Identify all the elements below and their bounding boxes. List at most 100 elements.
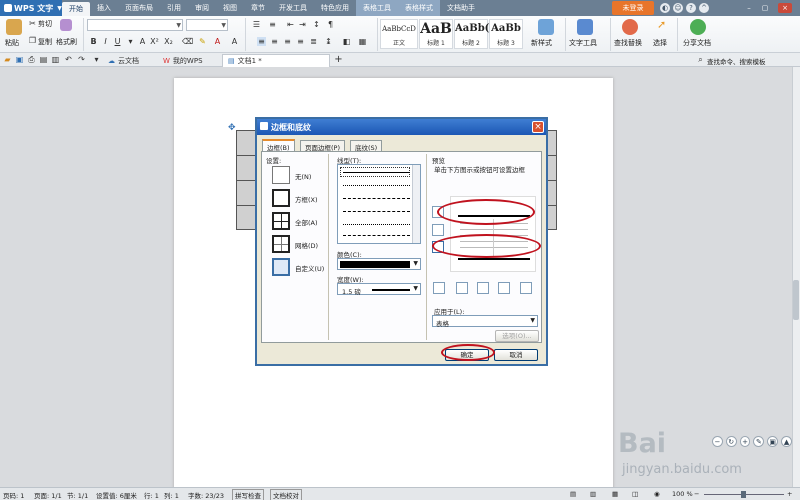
web-view-icon[interactable]: ▥ — [590, 490, 596, 498]
tab-table-styles[interactable]: 表格样式 — [398, 0, 440, 16]
font-color-icon[interactable]: A — [213, 37, 222, 46]
line-spacing-icon[interactable]: ↨ — [324, 37, 333, 46]
tab-shading[interactable]: 底纹(S) — [350, 140, 383, 152]
zoom-slider-thumb[interactable] — [741, 491, 746, 498]
setting-all-label[interactable]: 全部(A) — [295, 217, 318, 227]
text-tools-icon[interactable] — [577, 19, 593, 35]
view-mode-icon[interactable]: ▤ — [570, 490, 576, 498]
style-heading-1[interactable]: AaB 标题 1 — [419, 19, 453, 49]
qbar-dropdown-icon[interactable]: ▾ — [92, 55, 101, 64]
print-icon[interactable]: ⎙ — [27, 55, 36, 64]
distributed-icon[interactable]: ≣ — [309, 37, 318, 46]
clear-format-icon[interactable]: ⌫ — [182, 37, 193, 46]
feedback-icon[interactable]: ☺ — [673, 3, 683, 13]
style-heading-2[interactable]: AaBb( 标题 2 — [454, 19, 489, 49]
tab-my-wps[interactable]: W 我的WPS — [158, 54, 208, 67]
superscript-icon[interactable]: X² — [150, 37, 159, 46]
diagonal-down-button[interactable] — [433, 282, 445, 294]
format-painter-label[interactable]: 格式刷 — [56, 37, 77, 47]
diagonal-up-button[interactable] — [520, 282, 532, 294]
border-center-button[interactable] — [477, 282, 489, 294]
border-right-button[interactable] — [498, 282, 510, 294]
tab-references[interactable]: 引用 — [160, 0, 188, 16]
style-normal[interactable]: AaBbCcD 正文 — [380, 19, 418, 49]
cut-icon[interactable]: ✂ — [28, 19, 37, 28]
preview-area[interactable] — [450, 196, 536, 272]
find-replace-icon[interactable] — [622, 19, 638, 35]
tab-doc-assistant[interactable]: 文档助手 — [440, 0, 482, 16]
copy-label[interactable]: 复制 — [38, 37, 52, 47]
setting-box-label[interactable]: 方框(X) — [295, 194, 318, 204]
export-icon[interactable]: ▥ — [51, 55, 60, 64]
width-select[interactable]: 1.5 磅 ▼ — [337, 283, 421, 296]
zoom-in-icon[interactable]: + — [739, 435, 751, 447]
line-list-scrollbar[interactable] — [412, 165, 420, 243]
highlight-icon[interactable]: ✎ — [198, 37, 207, 46]
setting-grid-icon[interactable] — [272, 235, 290, 253]
ok-button[interactable]: 确定 — [445, 349, 489, 361]
table-move-handle-icon[interactable]: ✥ — [228, 123, 236, 133]
undo-icon[interactable]: ↶ — [64, 55, 73, 64]
setting-none-label[interactable]: 无(N) — [295, 171, 311, 181]
justify-icon[interactable]: ≡ — [296, 37, 305, 46]
setting-none-icon[interactable] — [272, 166, 290, 184]
borders-icon[interactable]: ▦ — [358, 37, 367, 46]
italic-icon[interactable]: I — [101, 37, 110, 46]
align-left-icon[interactable]: ≡ — [257, 37, 266, 46]
numbering-icon[interactable]: ≡ — [268, 20, 277, 29]
bullets-icon[interactable]: ☰ — [252, 20, 261, 29]
style-heading-3[interactable]: AaBb 标题 3 — [489, 19, 523, 49]
tab-page-layout[interactable]: 页面布局 — [118, 0, 160, 16]
help-icon[interactable]: ? — [686, 3, 696, 13]
doc-proof-toggle[interactable]: 文档校对 — [270, 489, 302, 500]
share-icon[interactable] — [690, 19, 706, 35]
share-doc-label[interactable]: 分享文档 — [683, 38, 711, 48]
decrease-indent-icon[interactable]: ⇤ — [286, 20, 295, 29]
search-icon[interactable]: ⌕ — [696, 55, 705, 64]
scrollbar-thumb[interactable] — [793, 280, 799, 320]
options-button[interactable]: 选项(O)... — [495, 330, 539, 342]
char-border-icon[interactable]: A — [230, 37, 239, 46]
tab-document1[interactable]: ▤ 文档1 * — [222, 54, 330, 67]
apply-to-select[interactable]: 表格 ▼ — [432, 315, 538, 328]
cut-label[interactable]: 剪切 — [38, 19, 52, 29]
new-tab-icon[interactable]: + — [334, 55, 343, 65]
save-icon[interactable]: ▣ — [15, 55, 24, 64]
copy-icon[interactable]: ❐ — [28, 36, 37, 45]
command-search[interactable]: 查找命令、搜索模板 — [707, 56, 766, 66]
text-tools-label[interactable]: 文字工具 — [569, 38, 597, 48]
tab-view[interactable]: 视图 — [216, 0, 244, 16]
spell-check-toggle[interactable]: 拼写检查 — [232, 489, 264, 500]
select-label[interactable]: 选择 — [653, 38, 667, 48]
status-word-count[interactable]: 字数: 23/23 — [188, 490, 224, 500]
zoom-out-icon[interactable]: − — [712, 435, 723, 447]
underline-icon[interactable]: U — [113, 37, 122, 46]
tab-table-tools[interactable]: 表格工具 — [356, 0, 398, 16]
ribbon-toggle-icon[interactable]: ^ — [699, 3, 709, 13]
setting-box-icon[interactable] — [272, 189, 290, 207]
minimize-icon[interactable]: – — [744, 3, 754, 13]
font-name-combo[interactable]: ▼ — [87, 19, 183, 31]
read-view-icon[interactable]: ◫ — [632, 490, 638, 498]
font-size-combo[interactable]: ▼ — [186, 19, 228, 31]
show-marks-icon[interactable]: ¶ — [326, 20, 335, 29]
border-top-button[interactable] — [432, 206, 444, 218]
shading-icon[interactable]: ◧ — [342, 37, 351, 46]
refresh-icon[interactable]: ↻ — [725, 435, 737, 447]
border-middle-button[interactable] — [432, 224, 444, 236]
close-window-icon[interactable]: × — [778, 3, 792, 13]
eye-icon[interactable]: ◉ — [654, 490, 660, 498]
preview-icon[interactable]: ▤ — [39, 55, 48, 64]
align-right-icon[interactable]: ≡ — [283, 37, 292, 46]
login-button[interactable]: 未登录 — [612, 1, 654, 15]
zoom-minus-icon[interactable]: − — [694, 490, 699, 498]
tab-page-borders[interactable]: 页面边框(P) — [300, 140, 345, 152]
sort-icon[interactable]: ↕ — [312, 20, 321, 29]
tab-developer[interactable]: 开发工具 — [272, 0, 314, 16]
subscript-icon[interactable]: X₂ — [164, 37, 173, 46]
color-select[interactable]: ▼ — [337, 258, 421, 270]
tab-review[interactable]: 审阅 — [188, 0, 216, 16]
border-left-button[interactable] — [456, 282, 468, 294]
strikethrough-icon[interactable]: A — [138, 37, 147, 46]
outline-view-icon[interactable]: ▦ — [612, 490, 618, 498]
